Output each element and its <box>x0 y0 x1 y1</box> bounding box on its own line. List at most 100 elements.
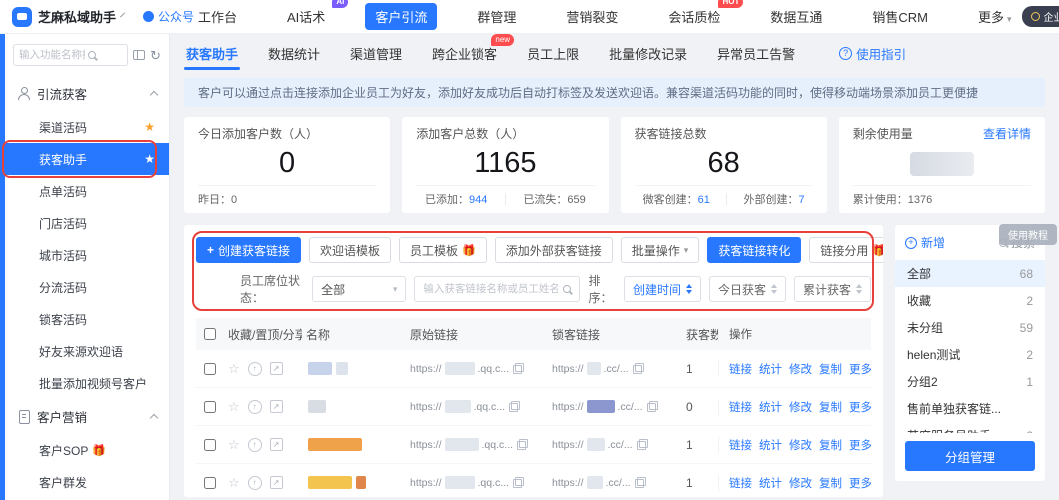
usage-tutorial-tag[interactable]: 使用教程 <box>999 224 1057 245</box>
stat-footer-link[interactable]: 7 <box>798 194 804 206</box>
pin-top-icon[interactable]: ↑ <box>248 476 262 490</box>
group-item-7[interactable]: 芝麻服务号助手2 <box>895 422 1045 433</box>
copy-icon[interactable] <box>517 439 528 450</box>
sidebar-item-1-3[interactable]: 点单活码 <box>5 175 169 207</box>
seat-status-select[interactable]: 全部 ▾ <box>312 276 406 302</box>
row-action-3[interactable]: 修改 <box>789 399 812 415</box>
link-search-input[interactable] <box>423 283 558 295</box>
share-icon[interactable]: ↗ <box>270 476 283 489</box>
stat-footer-link[interactable]: 944 <box>469 194 487 206</box>
add-group-button[interactable]: + 新增 <box>905 234 945 251</box>
group-item-1[interactable]: 全部68 <box>895 260 1045 287</box>
favorite-star-icon[interactable]: ☆ <box>228 361 240 377</box>
sort-option-1[interactable]: 创建时间 <box>624 276 701 302</box>
star-icon[interactable]: ★ <box>144 120 155 134</box>
top-nav-item-6[interactable]: 会话质检HOT <box>658 3 730 30</box>
toolbar-button-4[interactable]: 添加外部获客链接 <box>495 237 613 263</box>
manage-groups-button[interactable]: 分组管理 <box>905 441 1035 471</box>
sidebar-item-1-1[interactable]: 渠道活码★ <box>5 111 169 143</box>
row-action-1[interactable]: 链接 <box>729 361 752 377</box>
share-icon[interactable]: ↗ <box>270 400 283 413</box>
row-action-1[interactable]: 链接 <box>729 437 752 453</box>
row-action-2[interactable]: 统计 <box>759 361 782 377</box>
group-item-3[interactable]: 未分组59 <box>895 314 1045 341</box>
toolbar-button-3[interactable]: 员工模板🎁 <box>399 237 487 263</box>
sidebar-item-1-8[interactable]: 好友来源欢迎语 <box>5 335 169 367</box>
row-action-4[interactable]: 复制 <box>819 437 842 453</box>
copy-icon[interactable] <box>647 401 658 412</box>
row-action-5[interactable]: 更多 <box>849 437 871 453</box>
row-action-2[interactable]: 统计 <box>759 399 782 415</box>
row-action-3[interactable]: 修改 <box>789 475 812 491</box>
toolbar-button-7[interactable]: 链接分用🎁 <box>809 237 883 263</box>
group-item-5[interactable]: 分组21 <box>895 368 1045 395</box>
collapse-sidebar-icon[interactable] <box>133 50 145 60</box>
row-action-4[interactable]: 复制 <box>819 361 842 377</box>
sidebar-item-1-5[interactable]: 城市活码 <box>5 239 169 271</box>
tab-6[interactable]: 批量修改记录 <box>607 35 689 72</box>
favorite-star-icon[interactable]: ☆ <box>228 437 240 453</box>
copy-icon[interactable] <box>509 401 520 412</box>
top-nav-item-8[interactable]: 销售CRM <box>862 3 938 30</box>
toolbar-button-2[interactable]: 欢迎语模板 <box>309 237 391 263</box>
tab-7[interactable]: 异常员工告警 <box>715 35 797 72</box>
usage-guide-link[interactable]: 使用指引 <box>839 44 906 63</box>
row-action-2[interactable]: 统计 <box>759 475 782 491</box>
row-checkbox[interactable] <box>204 401 216 413</box>
top-nav-item-5[interactable]: 营销裂变 <box>556 3 628 30</box>
sidebar-group-header-2[interactable]: 客户营销 <box>5 399 169 434</box>
tab-2[interactable]: 数据统计 <box>266 35 322 72</box>
favorite-star-icon[interactable]: ☆ <box>228 399 240 415</box>
toolbar-button-1[interactable]: +创建获客链接 <box>196 237 301 263</box>
row-checkbox[interactable] <box>204 439 216 451</box>
top-nav-item-3[interactable]: 客户引流 <box>365 3 437 30</box>
share-icon[interactable]: ↗ <box>270 438 283 451</box>
sidebar-item-2-1[interactable]: 客户SOP🎁 <box>5 434 169 466</box>
chevron-down-icon[interactable] <box>120 13 125 18</box>
share-icon[interactable]: ↗ <box>270 362 283 375</box>
toolbar-button-6[interactable]: 获客链接转化 <box>707 237 801 263</box>
copy-icon[interactable] <box>633 363 644 374</box>
pin-top-icon[interactable]: ↑ <box>248 438 262 452</box>
sidebar-item-1-4[interactable]: 门店活码 <box>5 207 169 239</box>
top-nav-item-9[interactable]: 更多▾ <box>968 3 1022 30</box>
tab-5[interactable]: 员工上限 <box>525 35 581 72</box>
refresh-icon[interactable]: ↻ <box>150 49 161 62</box>
group-item-4[interactable]: helen测试2 <box>895 341 1045 368</box>
row-action-2[interactable]: 统计 <box>759 437 782 453</box>
sort-option-2[interactable]: 今日获客 <box>709 276 786 302</box>
pin-top-icon[interactable]: ↑ <box>248 400 262 414</box>
toolbar-button-5[interactable]: 批量操作▾ <box>621 237 700 263</box>
row-checkbox[interactable] <box>204 477 216 489</box>
tab-4[interactable]: 跨企业锁客new <box>430 35 499 72</box>
sidebar-group-header-1[interactable]: 引流获客 <box>5 76 169 111</box>
tab-1[interactable]: 获客助手 <box>184 35 240 72</box>
sidebar-item-2-2[interactable]: 客户群发 <box>5 466 169 498</box>
tab-3[interactable]: 渠道管理 <box>348 35 404 72</box>
group-item-2[interactable]: 收藏2 <box>895 287 1045 314</box>
sidebar-item-1-7[interactable]: 锁客活码 <box>5 303 169 335</box>
top-nav-item-7[interactable]: 数据互通 <box>760 3 832 30</box>
row-action-5[interactable]: 更多 <box>849 399 871 415</box>
star-icon[interactable]: ★ <box>144 152 155 166</box>
copy-icon[interactable] <box>513 363 524 374</box>
top-nav-item-1[interactable]: 工作台 <box>188 3 247 30</box>
official-account-link[interactable]: 公众号 <box>143 8 194 25</box>
sidebar-item-1-6[interactable]: 分流活码 <box>5 271 169 303</box>
favorite-star-icon[interactable]: ☆ <box>228 475 240 491</box>
top-nav-item-2[interactable]: AI话术AI <box>277 3 335 30</box>
top-nav-item-4[interactable]: 群管理 <box>467 3 526 30</box>
copy-icon[interactable] <box>513 477 524 488</box>
sort-option-3[interactable]: 累计获客 <box>794 276 871 302</box>
row-action-5[interactable]: 更多 <box>849 475 871 491</box>
row-action-4[interactable]: 复制 <box>819 399 842 415</box>
row-action-1[interactable]: 链接 <box>729 475 752 491</box>
select-all-checkbox[interactable] <box>204 328 216 340</box>
pin-top-icon[interactable]: ↑ <box>248 362 262 376</box>
row-action-3[interactable]: 修改 <box>789 437 812 453</box>
row-action-5[interactable]: 更多 <box>849 361 871 377</box>
row-action-4[interactable]: 复制 <box>819 475 842 491</box>
view-detail-link[interactable]: 查看详情 <box>983 125 1031 142</box>
row-action-1[interactable]: 链接 <box>729 399 752 415</box>
stat-footer-link[interactable]: 61 <box>698 194 710 206</box>
